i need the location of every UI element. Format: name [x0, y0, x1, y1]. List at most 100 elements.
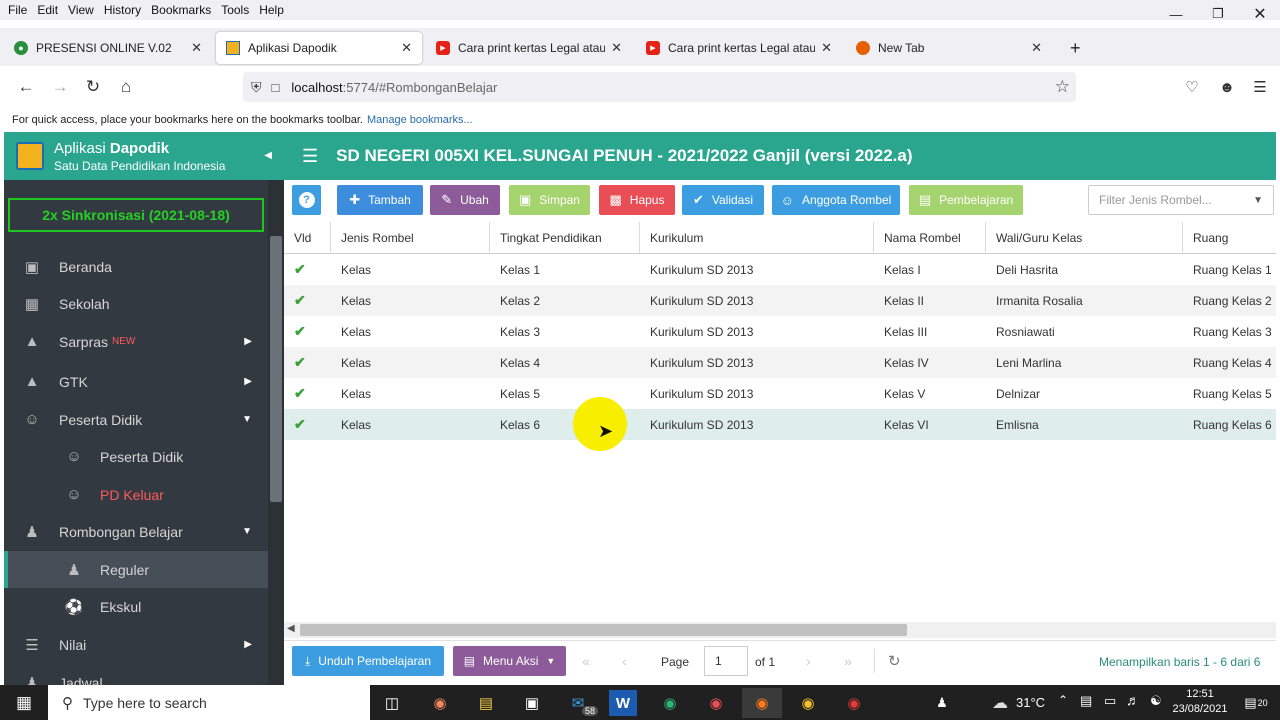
url-bar[interactable]: ⛨ □ localhost:5774/#RombonganBelajar ☆: [243, 72, 1076, 102]
close-window-icon[interactable]: ✕: [1238, 0, 1280, 28]
scroll-left-icon[interactable]: ◀: [287, 623, 295, 634]
sidebar-item-nilai[interactable]: ☰ Nilai ▶: [4, 626, 268, 663]
bookmark-star-icon[interactable]: ☆: [1055, 77, 1070, 97]
prev-page-icon[interactable]: ‹: [622, 653, 627, 669]
tab-new[interactable]: New Tab ✕: [846, 32, 1052, 64]
sidebar-subitem-ekskul[interactable]: ⚽ Ekskul: [4, 588, 268, 625]
menu-edit[interactable]: Edit: [37, 3, 58, 17]
file-explorer-icon[interactable]: ▤: [466, 688, 506, 718]
menu-bookmarks[interactable]: Bookmarks: [151, 3, 211, 17]
store-icon[interactable]: ▣: [512, 688, 552, 718]
menu-aksi-button[interactable]: ▤ Menu Aksi ▼: [453, 646, 566, 676]
notification-icon[interactable]: ▤ 20: [1236, 688, 1276, 718]
hapus-button[interactable]: ▩ Hapus: [599, 185, 675, 215]
column-header[interactable]: Wali/Guru Kelas: [986, 222, 1183, 254]
sidebar-subitem-pd-keluar[interactable]: ☺ PD Keluar: [4, 476, 268, 513]
tab-dapodik[interactable]: Aplikasi Dapodik ✕: [216, 32, 422, 64]
column-header[interactable]: Nama Rombel: [874, 222, 986, 254]
mail-icon[interactable]: ✉ 58: [558, 688, 598, 718]
horizontal-scroll-thumb[interactable]: [300, 624, 907, 636]
anggota-rombel-button[interactable]: ☺ Anggota Rombel: [772, 185, 900, 215]
manage-bookmarks-link[interactable]: Manage bookmarks...: [367, 114, 473, 126]
next-page-icon[interactable]: ›: [806, 653, 811, 669]
sidebar-item-rombongan-belajar[interactable]: ♟ Rombongan Belajar ▼: [4, 513, 268, 550]
table-row[interactable]: ✔ Kelas Kelas 5 Kurikulum SD 2013 Kelas V Del…: [284, 378, 1276, 409]
column-header[interactable]: Tingkat Pendidikan: [490, 222, 640, 254]
column-header[interactable]: Jenis Rombel: [331, 222, 490, 254]
table-row[interactable]: ✔ Kelas Kelas 1 Kurikulum SD 2013 Kelas I Del…: [284, 254, 1276, 285]
menu-history[interactable]: History: [104, 3, 141, 17]
menu-help[interactable]: Help: [259, 3, 284, 17]
column-header[interactable]: Ruang: [1183, 222, 1276, 254]
new-tab-icon[interactable]: +: [1060, 32, 1090, 64]
close-tab-icon[interactable]: ✕: [611, 40, 622, 56]
unduh-pembelajaran-button[interactable]: ⤓ Unduh Pembelajaran: [292, 646, 444, 676]
close-tab-icon[interactable]: ✕: [191, 40, 202, 56]
sidebar-subitem-reguler[interactable]: ♟ Reguler: [4, 551, 268, 588]
task-view-icon[interactable]: ◫: [372, 688, 412, 718]
account-icon[interactable]: ☻: [1213, 74, 1241, 100]
shield-icon[interactable]: ⛨: [251, 79, 262, 96]
close-tab-icon[interactable]: ✕: [821, 40, 832, 56]
sidebar-item-beranda[interactable]: ▣ Beranda: [4, 248, 268, 285]
tambah-button[interactable]: ✚ Tambah: [337, 185, 423, 215]
tab-youtube-1[interactable]: ▶ Cara print kertas Legal atau F4 a ✕: [426, 32, 632, 64]
chrome-icon[interactable]: ◉: [788, 688, 828, 718]
firefox-taskbar-icon[interactable]: ◉: [742, 688, 782, 718]
table-row[interactable]: ✔ Kelas Kelas 3 Kurikulum SD 2013 Kelas III R…: [284, 316, 1276, 347]
windows-start-icon[interactable]: ▦: [4, 688, 44, 718]
refresh-icon[interactable]: ↻: [888, 652, 901, 670]
menu-view[interactable]: View: [68, 3, 94, 17]
first-page-icon[interactable]: «: [582, 653, 590, 669]
sidebar-item-sarpras[interactable]: ▲ Sarpras NEW ▶: [4, 323, 268, 360]
column-header[interactable]: Kurikulum: [640, 222, 874, 254]
sync-status-badge[interactable]: 2x Sinkronisasi (2021-08-18): [8, 198, 264, 232]
minimize-icon[interactable]: —: [1154, 0, 1198, 28]
ubah-button[interactable]: ✎ Ubah: [430, 185, 500, 215]
close-tab-icon[interactable]: ✕: [401, 40, 412, 56]
tab-presensi[interactable]: ● PRESENSI ONLINE V.02 ✕: [4, 32, 212, 64]
collapse-sidebar-icon[interactable]: ◀: [264, 150, 272, 161]
sidebar-item-jadwal[interactable]: ♟ Jadwal: [4, 664, 268, 686]
hamburger-icon[interactable]: ☰: [302, 146, 318, 167]
tab-youtube-2[interactable]: ▶ Cara print kertas Legal atau F4 a ✕: [636, 32, 842, 64]
home-icon[interactable]: ⌂: [112, 74, 140, 100]
menu-tools[interactable]: Tools: [221, 3, 249, 17]
show-hidden-icons[interactable]: ⌃: [1058, 693, 1068, 707]
taskbar-search[interactable]: ⚲ Type here to search: [48, 685, 370, 720]
filter-jenis-rombel-select[interactable]: Filter Jenis Rombel... ▼: [1088, 185, 1274, 215]
menu-file[interactable]: File: [8, 3, 27, 17]
weather-icon[interactable]: ☁: [980, 688, 1020, 718]
table-row[interactable]: ✔ Kelas Kelas 6 Kurikulum SD 2013 Kelas VI Em…: [284, 409, 1276, 440]
page-number-input[interactable]: 1: [704, 646, 748, 676]
column-header[interactable]: Vld: [284, 222, 331, 254]
paint-icon[interactable]: ◉: [420, 688, 460, 718]
help-button[interactable]: ?: [292, 185, 321, 215]
back-icon[interactable]: ←: [12, 74, 40, 100]
validasi-button[interactable]: ✔ Validasi: [682, 185, 764, 215]
sidebar-item-sekolah[interactable]: ▦ Sekolah: [4, 285, 268, 322]
people-icon[interactable]: ♟: [922, 688, 962, 718]
volume-icon[interactable]: ♬: [1126, 692, 1140, 708]
page-icon[interactable]: □: [272, 80, 280, 95]
pocket-icon[interactable]: ♡: [1178, 74, 1206, 100]
reload-icon[interactable]: ↻: [79, 74, 107, 100]
network-icon[interactable]: ▤: [1080, 693, 1092, 709]
simpan-button[interactable]: ▣ Simpan: [509, 185, 590, 215]
sidebar-scroll-thumb[interactable]: [270, 236, 282, 502]
sidebar-subitem-peserta-didik[interactable]: ☺ Peserta Didik: [4, 438, 268, 475]
sidebar-item-gtk[interactable]: ▲ GTK ▶: [4, 363, 268, 400]
sidebar-item-peserta-didik[interactable]: ☺ Peserta Didik ▼: [4, 401, 268, 438]
media-app-icon[interactable]: ◉: [696, 688, 736, 718]
table-row[interactable]: ✔ Kelas Kelas 2 Kurikulum SD 2013 Kelas II Ir…: [284, 285, 1276, 316]
wifi-icon[interactable]: ☯: [1150, 693, 1162, 709]
table-row[interactable]: ✔ Kelas Kelas 4 Kurikulum SD 2013 Kelas IV Le…: [284, 347, 1276, 378]
clock[interactable]: 12:51 23/08/2021: [1172, 687, 1228, 717]
forward-icon[interactable]: →: [46, 74, 74, 100]
edge-icon[interactable]: ◉: [650, 688, 690, 718]
word-icon[interactable]: W: [609, 690, 637, 716]
menu-icon[interactable]: ☰: [1246, 74, 1274, 100]
pembelajaran-button[interactable]: ▤ Pembelajaran: [909, 185, 1023, 215]
recorder-icon[interactable]: ◉: [834, 688, 874, 718]
close-tab-icon[interactable]: ✕: [1031, 40, 1042, 56]
